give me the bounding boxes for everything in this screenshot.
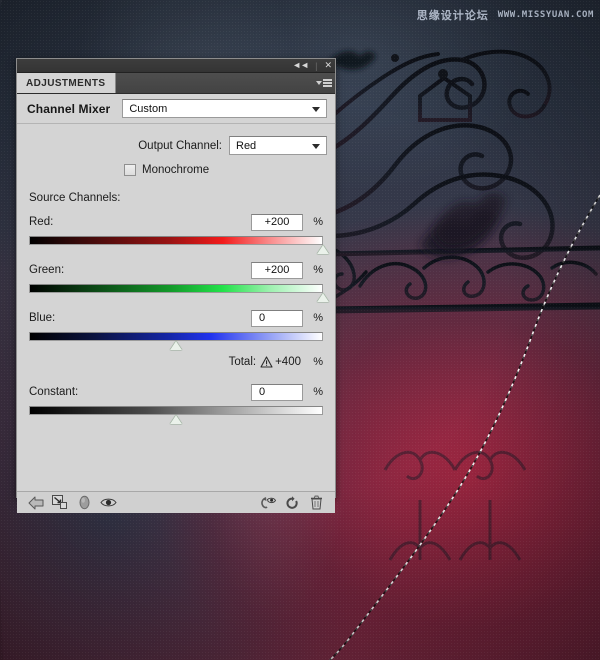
red-value-input[interactable]: +200 (251, 213, 303, 231)
blue-unit-label: % (313, 312, 323, 324)
slider-group-blue: Blue: 0 % (17, 300, 335, 350)
output-channel-value: Red (236, 139, 257, 152)
panel-menu-lines-icon (323, 79, 332, 87)
total-label: Total: (228, 355, 257, 368)
delete-adjustment-layer-trash-icon[interactable] (304, 493, 328, 513)
view-previous-state-icon[interactable] (256, 493, 280, 513)
output-channel-label: Output Channel: (138, 139, 222, 152)
source-channels-title: Source Channels: (29, 192, 121, 204)
panel-header: Channel Mixer Custom (17, 94, 335, 124)
total-value: +400 (275, 355, 301, 368)
toggle-layer-visibility-eye-icon[interactable] (96, 493, 120, 513)
blue-slider-label: Blue: (29, 312, 56, 324)
preset-dropdown-value: Custom (129, 102, 168, 115)
red-slider-thumb[interactable] (316, 245, 330, 254)
monochrome-checkbox[interactable] (124, 164, 136, 176)
panel-tabbar: ADJUSTMENTS (17, 73, 335, 94)
total-row: Total: +400 % (17, 348, 335, 368)
panel-footer-toolbar (17, 491, 335, 513)
red-slider-label: Red: (29, 216, 54, 228)
green-unit-label: % (313, 264, 323, 276)
green-slider-track[interactable] (29, 284, 323, 293)
panel-menu-caret-icon (316, 81, 322, 85)
monochrome-label: Monochrome (142, 164, 210, 176)
chevron-down-icon (312, 106, 320, 112)
blue-value-input[interactable]: 0 (251, 309, 303, 327)
tab-adjustments[interactable]: ADJUSTMENTS (17, 73, 117, 93)
photoshop-canvas: 思缘设计论坛 WWW.MISSYUAN.COM ◄◄ | ✕ ADJUSTMEN… (0, 0, 600, 660)
preset-dropdown[interactable]: Custom (122, 99, 327, 118)
output-channel-row: Output Channel: Red (17, 124, 335, 155)
panel-titlebar: ◄◄ | ✕ (17, 59, 335, 73)
adjustments-panel: ◄◄ | ✕ ADJUSTMENTS Channel Mixer Custom … (16, 58, 336, 513)
adjustment-title: Channel Mixer (27, 101, 111, 116)
constant-value-input[interactable]: 0 (251, 383, 303, 401)
constant-slider-track[interactable] (29, 406, 323, 415)
collapse-double-left-icon[interactable]: ◄◄ (292, 61, 309, 70)
warning-triangle-icon (260, 355, 273, 368)
output-channel-dropdown[interactable]: Red (229, 136, 327, 155)
slider-group-green: Green: +200 % (17, 252, 335, 302)
chevron-down-icon (312, 143, 320, 149)
red-slider-track[interactable] (29, 236, 323, 245)
green-value-input[interactable]: +200 (251, 261, 303, 279)
slider-group-constant: Constant: 0 % (17, 366, 335, 424)
green-slider-thumb[interactable] (316, 293, 330, 302)
tabbar-empty-area (116, 73, 313, 93)
close-icon[interactable]: ✕ (324, 61, 331, 70)
clip-to-layer-icon[interactable] (48, 493, 72, 513)
blue-slider-thumb[interactable] (169, 341, 183, 350)
titlebar-separator: | (315, 60, 318, 71)
constant-slider-label: Constant: (29, 386, 79, 398)
slider-group-red: Red: +200 % (17, 204, 335, 254)
red-unit-label: % (313, 216, 323, 228)
total-unit-label: % (313, 355, 323, 368)
green-slider-label: Green: (29, 264, 65, 276)
panel-body: Output Channel: Red Monochrome Source Ch… (17, 124, 335, 513)
constant-slider-thumb[interactable] (169, 415, 183, 424)
preset-swatch-icon[interactable] (72, 493, 96, 513)
return-to-adjustment-list-icon[interactable] (24, 493, 48, 513)
monochrome-row[interactable]: Monochrome (17, 155, 335, 176)
reset-adjustment-icon[interactable] (280, 493, 304, 513)
constant-unit-label: % (313, 386, 323, 398)
panel-menu-icon[interactable] (313, 73, 335, 93)
blue-slider-track[interactable] (29, 332, 323, 341)
